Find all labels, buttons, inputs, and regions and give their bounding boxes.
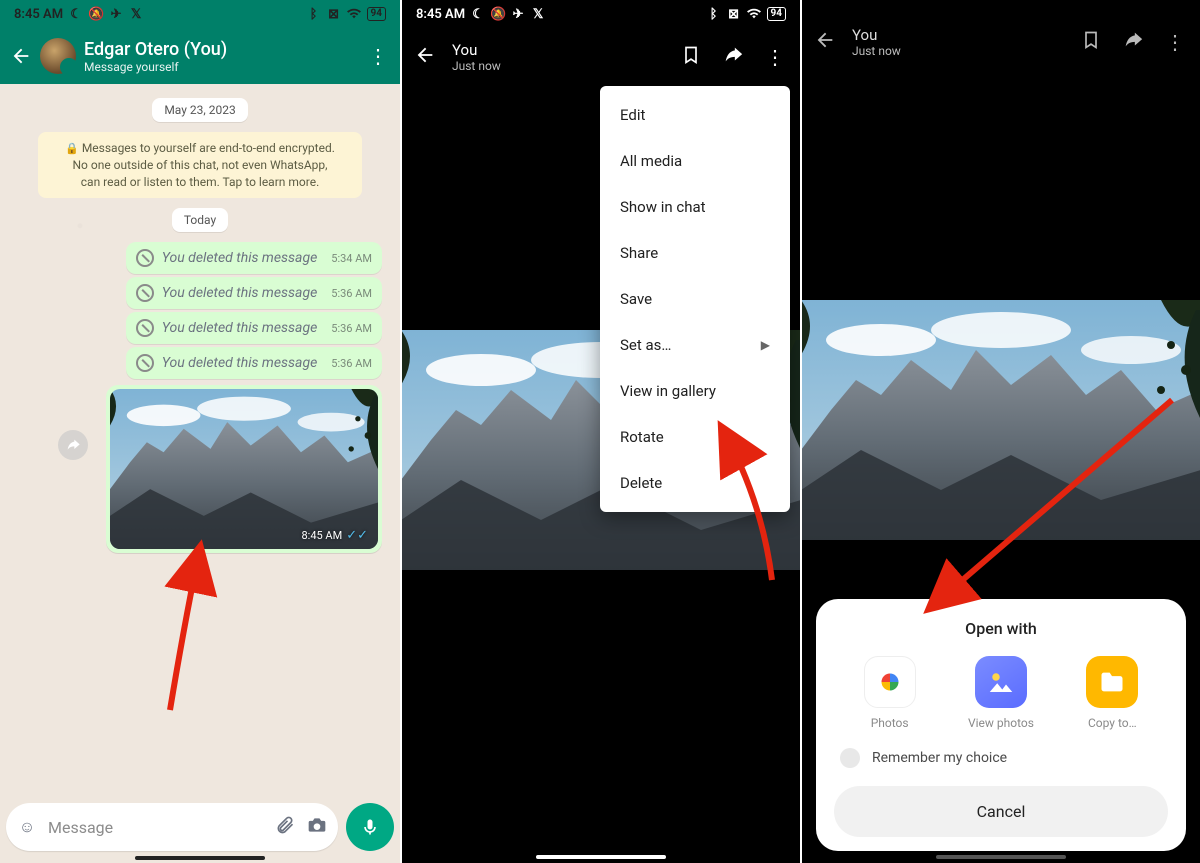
open-with-sheet: Open with Photos xyxy=(816,599,1186,851)
more-icon[interactable]: ⋮ xyxy=(366,44,390,68)
emoji-icon[interactable]: ☺ xyxy=(16,817,38,837)
google-photos-icon xyxy=(864,656,916,708)
chat-title-area[interactable]: Edgar Otero (You) Message yourself xyxy=(84,39,358,74)
back-icon[interactable] xyxy=(414,44,436,70)
bluetooth-icon: ᛒ xyxy=(307,7,321,21)
forward-button[interactable] xyxy=(58,430,88,460)
remember-choice[interactable]: Remember my choice xyxy=(840,748,1162,768)
app-option-view-photos[interactable]: View photos xyxy=(956,656,1046,730)
moon-icon: ☾ xyxy=(471,7,485,21)
menu-share[interactable]: Share xyxy=(600,230,790,276)
back-icon[interactable] xyxy=(814,29,836,55)
battery-icon: 94 xyxy=(367,7,386,21)
telegram-icon: ✈ xyxy=(109,7,123,21)
menu-rotate[interactable]: Rotate xyxy=(600,414,790,460)
radio-icon[interactable] xyxy=(840,748,860,768)
no-sim-icon: ⊠ xyxy=(727,7,741,21)
deleted-message[interactable]: You deleted this message 5:34 AM xyxy=(126,242,382,274)
menu-view-gallery[interactable]: View in gallery xyxy=(600,368,790,414)
media-title: You xyxy=(852,26,1062,44)
telegram-icon: ✈ xyxy=(511,7,525,21)
message-input[interactable]: ☺ Message xyxy=(6,803,338,851)
media-subtitle: Just now xyxy=(852,44,1062,58)
avatar[interactable] xyxy=(40,38,76,74)
input-bar: ☺ Message xyxy=(6,801,394,853)
image-time: 8:45 AM xyxy=(301,529,342,542)
deleted-icon xyxy=(136,284,154,302)
deleted-message[interactable]: You deleted this message 5:36 AM xyxy=(126,312,382,344)
home-indicator xyxy=(536,855,666,859)
sheet-title: Open with xyxy=(834,619,1168,638)
status-time: 8:45 AM xyxy=(416,7,465,22)
media-subtitle: Just now xyxy=(452,59,662,73)
gallery-app-icon xyxy=(975,656,1027,708)
attach-icon[interactable] xyxy=(274,815,296,839)
deleted-message[interactable]: You deleted this message 5:36 AM xyxy=(126,347,382,379)
context-menu: Edit All media Show in chat Share Save S… xyxy=(600,86,790,512)
x-icon: 𝕏 xyxy=(531,7,545,21)
x-icon: 𝕏 xyxy=(129,7,143,21)
moon-icon: ☾ xyxy=(69,7,83,21)
today-chip: Today xyxy=(172,208,228,232)
forward-icon[interactable] xyxy=(720,44,746,71)
read-ticks-icon: ✓✓ xyxy=(346,528,368,543)
deleted-icon xyxy=(136,249,154,267)
media-title: You xyxy=(452,41,662,59)
panel-open-with-sheet: You Just now ⋮ Open with xyxy=(800,0,1200,863)
chat-subtitle: Message yourself xyxy=(84,60,358,74)
home-indicator xyxy=(936,855,1066,859)
input-placeholder: Message xyxy=(48,818,264,837)
menu-edit[interactable]: Edit xyxy=(600,92,790,138)
files-app-icon xyxy=(1086,656,1138,708)
media-header: You Just now ⋮ xyxy=(802,0,1200,70)
battery-icon: 94 xyxy=(767,7,786,21)
app-option-copy[interactable]: Copy to… xyxy=(1067,656,1157,730)
home-indicator xyxy=(135,856,265,860)
bookmark-icon[interactable] xyxy=(678,45,704,70)
mute-icon: 🔕 xyxy=(491,7,505,21)
no-sim-icon: ⊠ xyxy=(327,7,341,21)
chat-title: Edgar Otero (You) xyxy=(84,39,358,60)
mute-icon: 🔕 xyxy=(89,7,103,21)
camera-icon[interactable] xyxy=(306,815,328,839)
bluetooth-icon: ᛒ xyxy=(707,7,721,21)
panel-media-viewer-menu: 8:45 AM ☾ 🔕 ✈ 𝕏 ᛒ ⊠ 94 You Just now xyxy=(400,0,800,863)
status-time: 8:45 AM xyxy=(14,7,63,22)
menu-delete[interactable]: Delete xyxy=(600,460,790,506)
forward-icon[interactable] xyxy=(1120,29,1146,56)
menu-save[interactable]: Save xyxy=(600,276,790,322)
deleted-message[interactable]: You deleted this message 5:36 AM xyxy=(126,277,382,309)
wifi-icon xyxy=(747,7,761,21)
status-bar: 8:45 AM ☾ 🔕 ✈ 𝕏 ᛒ ⊠ 94 xyxy=(402,0,800,28)
back-icon[interactable] xyxy=(10,45,32,67)
encryption-notice[interactable]: 🔒Messages to yourself are end-to-end enc… xyxy=(38,132,362,198)
menu-all-media[interactable]: All media xyxy=(600,138,790,184)
mic-button[interactable] xyxy=(346,803,394,851)
menu-set-as[interactable]: Set as…▶ xyxy=(600,322,790,368)
date-chip: May 23, 2023 xyxy=(152,98,247,122)
more-icon[interactable]: ⋮ xyxy=(762,45,788,69)
app-option-photos[interactable]: Photos xyxy=(845,656,935,730)
panel-whatsapp-chat: 8:45 AM ☾ 🔕 ✈ 𝕏 ᛒ ⊠ 94 Edgar Otero ( xyxy=(0,0,400,863)
deleted-icon xyxy=(136,354,154,372)
more-icon[interactable]: ⋮ xyxy=(1162,30,1188,54)
deleted-icon xyxy=(136,319,154,337)
wifi-icon xyxy=(347,7,361,21)
status-bar: 8:45 AM ☾ 🔕 ✈ 𝕏 ᛒ ⊠ 94 xyxy=(0,0,400,28)
image-message[interactable]: 8:45 AM ✓✓ xyxy=(106,385,382,553)
chevron-right-icon: ▶ xyxy=(761,338,770,352)
cancel-button[interactable]: Cancel xyxy=(834,786,1168,837)
menu-show-in-chat[interactable]: Show in chat xyxy=(600,184,790,230)
media-image[interactable] xyxy=(802,300,1200,540)
bookmark-icon[interactable] xyxy=(1078,30,1104,55)
lock-icon: 🔒 xyxy=(65,142,79,155)
